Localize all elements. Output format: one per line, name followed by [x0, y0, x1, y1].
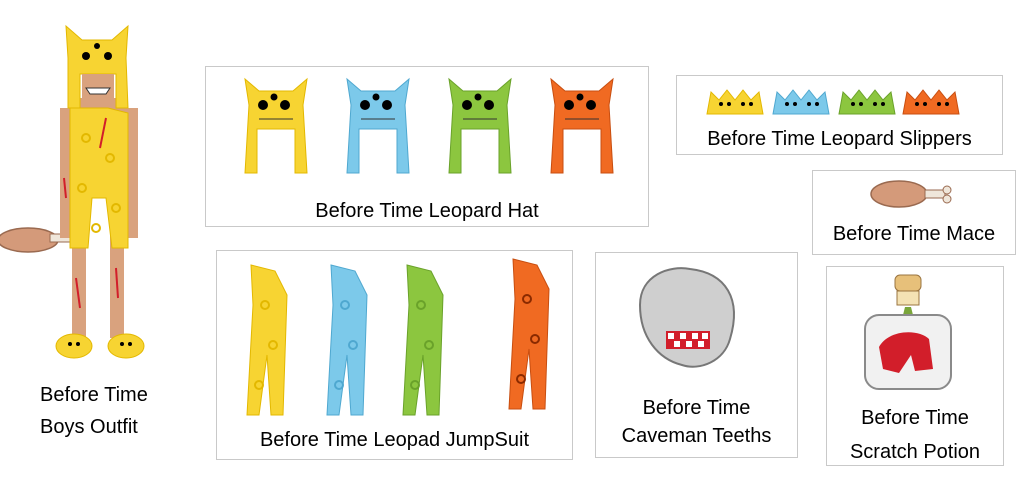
- item-showcase: Before Time Boys Outfit Before Time Leop…: [0, 0, 1024, 488]
- leopard-slippers-blue-icon: [772, 89, 830, 115]
- caveman-teeths-panel: Before Time Caveman Teeths: [595, 252, 798, 458]
- leopard-slippers-yellow-icon: [706, 89, 764, 115]
- leopard-jumpsuit-label: Before Time Leopad JumpSuit: [259, 429, 530, 451]
- leopard-slippers-green-icon: [838, 89, 896, 115]
- mace-icon: [870, 180, 952, 208]
- leopard-jumpsuit-green-icon: [402, 264, 444, 416]
- mace-panel: Before Time Mace: [812, 170, 1016, 255]
- leopard-slippers-label: Before Time Leopard Slippers: [707, 128, 972, 150]
- mace-label: Before Time Mace: [832, 223, 996, 245]
- leopard-slippers-orange-icon: [902, 89, 960, 115]
- leopard-hat-blue-icon: [346, 77, 410, 174]
- leopard-hat-panel: Before Time Leopard Hat: [205, 66, 649, 227]
- scratch-potion-panel: Before Time Scratch Potion: [826, 266, 1004, 466]
- leopard-jumpsuit-yellow-icon: [246, 264, 288, 416]
- scratch-potion-label-line1: Before Time: [861, 407, 969, 429]
- leopard-hat-green-icon: [448, 77, 512, 174]
- scratch-potion-label-line2: Scratch Potion: [849, 441, 981, 463]
- leopard-jumpsuit-orange-icon: [508, 258, 550, 410]
- outfit-label-line1: Before Time: [40, 384, 148, 406]
- caveman-teeth-icon: [638, 267, 735, 368]
- leopard-slippers-icon: [55, 333, 145, 359]
- leopard-hat-label: Before Time Leopard Hat: [315, 200, 539, 222]
- leopard-jumpsuit-blue-icon: [326, 264, 368, 416]
- scratch-potion-icon: [864, 274, 952, 390]
- outfit-label-line2: Boys Outfit: [40, 416, 138, 438]
- caveman-teeths-label-line2: Caveman Teeths: [621, 425, 772, 447]
- leopard-hat-yellow-icon: [244, 77, 308, 174]
- caveman-teeths-label-line1: Before Time: [642, 397, 751, 419]
- leopard-hat-orange-icon: [550, 77, 614, 174]
- leopard-jumpsuit-panel: Before Time Leopad JumpSuit: [216, 250, 573, 460]
- leopard-slippers-panel: Before Time Leopard Slippers: [676, 75, 1003, 155]
- boy-outfit-figure: [0, 24, 145, 359]
